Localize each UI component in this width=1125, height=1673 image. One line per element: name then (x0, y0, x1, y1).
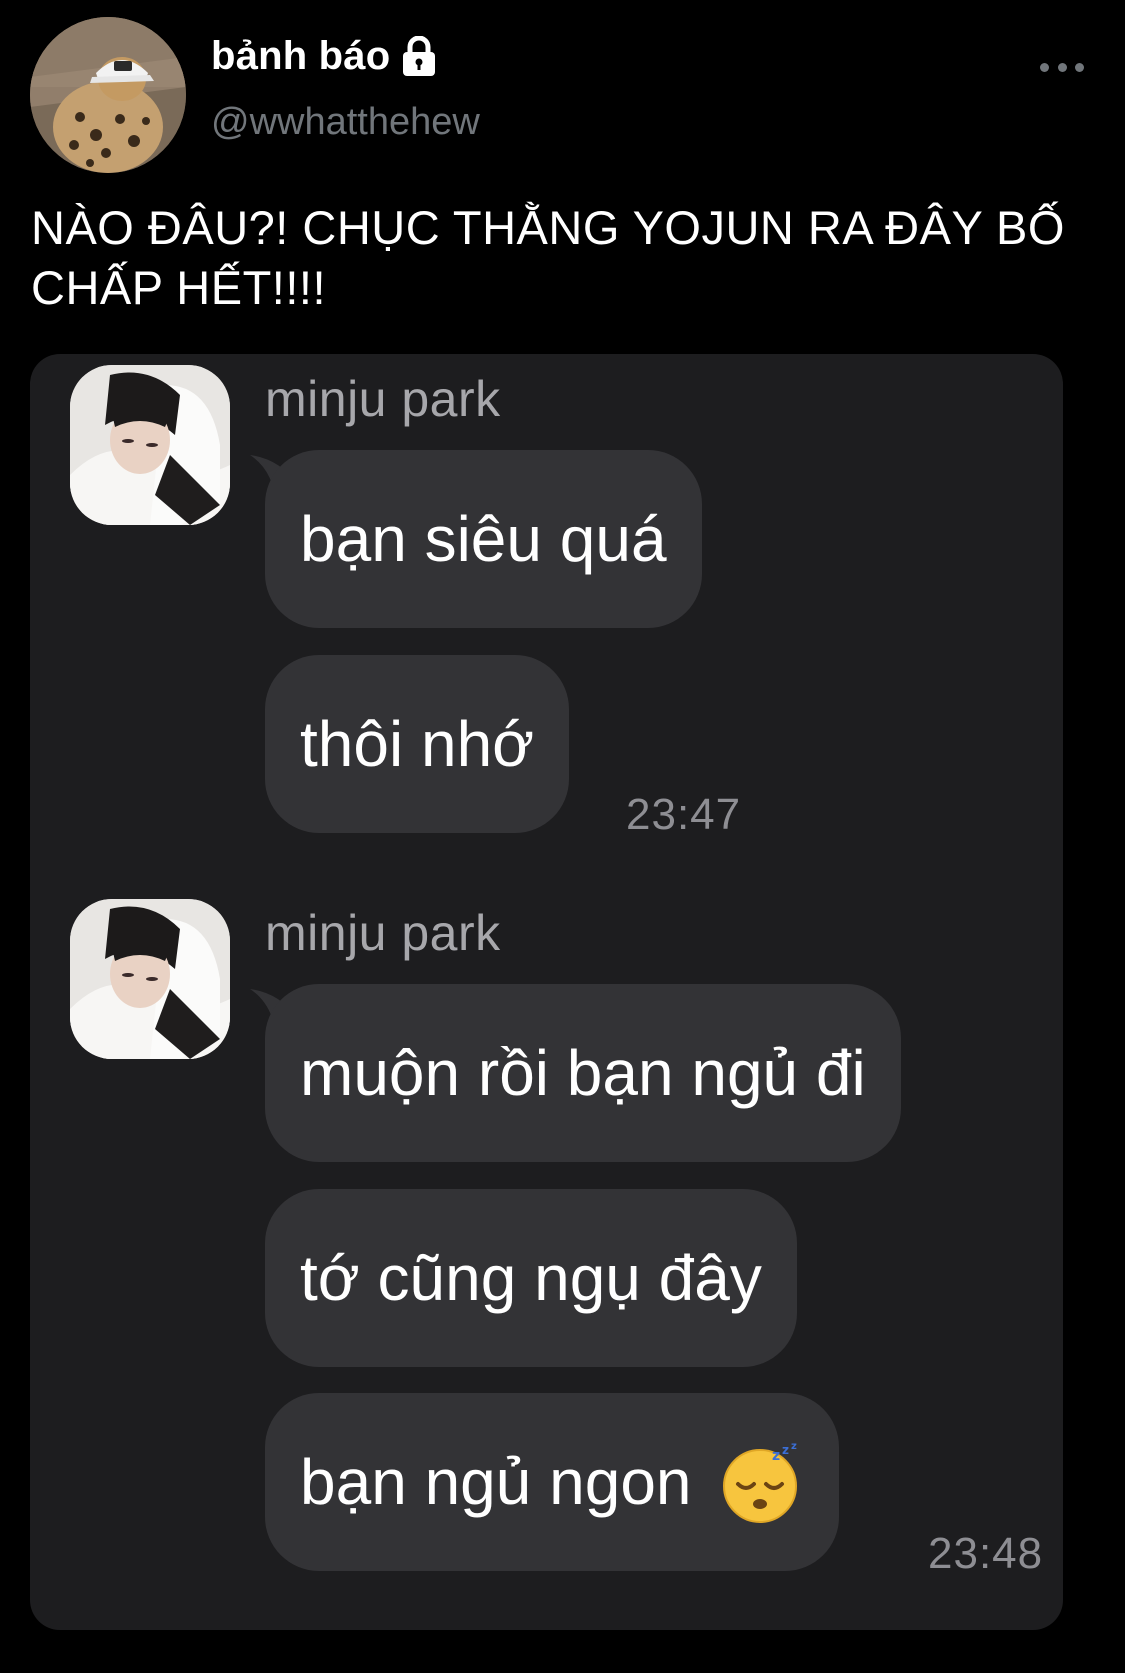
chat-avatar (70, 365, 230, 525)
tweet-text: NÀO ĐÂU?! CHỤC THẰNG YOJUN RA ĐÂY BỐ CHẤ… (31, 201, 1065, 314)
user-handle[interactable]: @wwhatthehew (211, 101, 480, 144)
display-name-row: bảnh báo (211, 34, 438, 79)
display-name[interactable]: bảnh báo (211, 34, 390, 79)
more-horizontal-icon (1040, 62, 1049, 72)
tweet-media-image[interactable]: minju park bạn siêu quá thôi nhớ 23:47 m… (30, 354, 1063, 1630)
sender-name: minju park (265, 371, 501, 427)
profile-avatar[interactable] (30, 17, 186, 173)
message-text: bạn ngủ ngon (300, 1446, 692, 1518)
chat-avatar-image (70, 899, 230, 1059)
message-bubble[interactable]: thôi nhớ (265, 655, 570, 833)
message-timestamp: 23:47 (626, 790, 742, 839)
message-timestamp: 23:48 (928, 1529, 1044, 1578)
message-bubble-with-emoji[interactable]: bạn ngủ ngon z z z (265, 1393, 839, 1571)
sleeping-face-emoji-icon: z z z (720, 1440, 804, 1524)
more-horizontal-icon (1057, 62, 1067, 72)
message-bubble[interactable]: muộn rồi bạn ngủ đi (265, 984, 901, 1162)
chat-avatar-image (70, 365, 230, 525)
message-bubble[interactable]: bạn siêu quá (265, 450, 702, 628)
svg-text:z: z (772, 1448, 780, 1464)
more-horizontal-icon (1075, 62, 1084, 72)
message-bubble[interactable]: tớ cũng ngụ đây (265, 1189, 797, 1367)
svg-text:z: z (782, 1443, 789, 1457)
sender-name: minju park (265, 905, 501, 961)
chat-avatar (70, 899, 230, 1059)
svg-text:z: z (791, 1441, 797, 1452)
lock-icon (403, 35, 436, 76)
more-options-button[interactable] (1040, 52, 1084, 82)
profile-avatar-image (30, 17, 186, 173)
